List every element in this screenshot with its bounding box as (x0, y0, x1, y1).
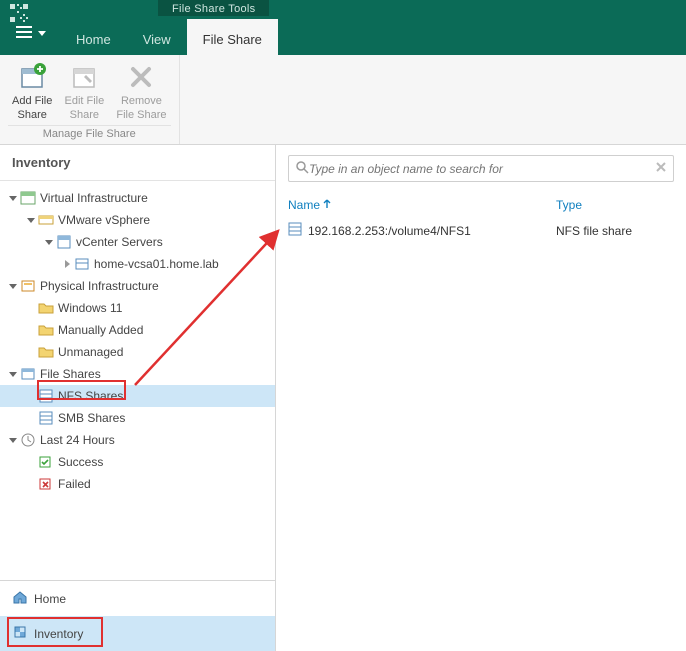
nav-home[interactable]: Home (0, 581, 275, 616)
tree-node-nfs-shares[interactable]: NFS Shares (0, 385, 275, 407)
tree-spacer (26, 479, 36, 489)
tree-node-vcenter-servers[interactable]: vCenter Servers (0, 231, 275, 253)
physical-icon (20, 278, 36, 294)
file-shares-icon (20, 366, 36, 382)
clear-search-icon[interactable] (655, 161, 667, 176)
context-tab-group-label: File Share Tools (158, 0, 269, 16)
tab-view[interactable]: View (127, 19, 187, 55)
folder-icon (38, 300, 54, 316)
column-header-type[interactable]: Type (556, 198, 674, 212)
search-box[interactable] (288, 155, 674, 182)
caret-down-icon[interactable] (26, 215, 36, 225)
folder-icon (38, 322, 54, 338)
server-icon (56, 234, 72, 250)
tree-node-failed[interactable]: Failed (0, 473, 275, 495)
search-icon (295, 160, 309, 177)
tree-node-vsphere[interactable]: VMware vSphere (0, 209, 275, 231)
tree-label: SMB Shares (58, 411, 125, 425)
right-pane: Name Type 192.168.2.253:/volume4/NFS1 NF… (276, 145, 686, 651)
tree-label: Manually Added (58, 323, 143, 337)
column-header-name[interactable]: Name (288, 198, 556, 212)
nav-inventory[interactable]: Inventory (0, 616, 275, 651)
tree-spacer (26, 303, 36, 313)
add-file-share-button[interactable]: Add File Share (8, 57, 56, 125)
tree-spacer (26, 457, 36, 467)
inventory-tree[interactable]: Virtual Infrastructure VMware vSphere vC… (0, 181, 275, 580)
edit-file-share-label-2: Share (70, 109, 99, 121)
grid-header[interactable]: Name Type (276, 192, 686, 218)
table-row[interactable]: 192.168.2.253:/volume4/NFS1 NFS file sha… (276, 218, 686, 243)
sort-asc-icon (322, 198, 332, 212)
nav-home-label: Home (34, 592, 66, 606)
inventory-icon (12, 624, 28, 643)
nfs-share-icon (38, 388, 54, 404)
tree-node-unmanaged[interactable]: Unmanaged (0, 341, 275, 363)
success-icon (38, 454, 54, 470)
tree-label: Windows 11 (58, 301, 122, 315)
column-header-name-label: Name (288, 198, 320, 212)
tree-node-file-shares[interactable]: File Shares (0, 363, 275, 385)
remove-file-share-label-2: File Share (116, 109, 166, 121)
edit-file-share-button: Edit File Share (60, 57, 108, 125)
caret-down-icon[interactable] (8, 281, 18, 291)
failed-icon (38, 476, 54, 492)
tab-home[interactable]: Home (60, 19, 127, 55)
tree-spacer (26, 325, 36, 335)
remove-file-share-label-1: Remove (121, 95, 162, 107)
tree-node-virtual-infrastructure[interactable]: Virtual Infrastructure (0, 187, 275, 209)
tree-label: vCenter Servers (76, 235, 163, 249)
tree-node-success[interactable]: Success (0, 451, 275, 473)
tree-label: Success (58, 455, 103, 469)
tree-node-physical-infrastructure[interactable]: Physical Infrastructure (0, 275, 275, 297)
folder-icon (38, 344, 54, 360)
nav-inventory-label: Inventory (34, 627, 83, 641)
file-share-icon (288, 222, 302, 239)
add-file-share-label-2: Share (18, 109, 47, 121)
tree-label: NFS Shares (58, 389, 123, 403)
home-icon (12, 589, 28, 608)
tree-label: Failed (58, 477, 91, 491)
tree-node-windows11[interactable]: Windows 11 (0, 297, 275, 319)
caret-down-icon[interactable] (44, 237, 54, 247)
tree-label: Unmanaged (58, 345, 123, 359)
tree-spacer (26, 413, 36, 423)
tree-label: File Shares (40, 367, 101, 381)
tree-spacer (26, 347, 36, 357)
caret-right-icon[interactable] (62, 259, 72, 269)
clock-icon (20, 432, 36, 448)
tree-label: Physical Infrastructure (40, 279, 159, 293)
datacenter-icon (20, 190, 36, 206)
smb-share-icon (38, 410, 54, 426)
app-menu-button[interactable] (0, 19, 60, 55)
caret-down-icon[interactable] (8, 435, 18, 445)
left-pane-title: Inventory (0, 145, 275, 181)
tree-spacer (26, 391, 36, 401)
row-name: 192.168.2.253:/volume4/NFS1 (308, 224, 471, 238)
ribbon-tabs: Home View File Share (0, 19, 278, 55)
edit-file-share-label-1: Edit File (64, 95, 104, 107)
left-bottom-nav: Home Inventory (0, 580, 275, 651)
tree-node-vcsa-host[interactable]: home-vcsa01.home.lab (0, 253, 275, 275)
tree-label: Virtual Infrastructure (40, 191, 148, 205)
tree-node-manually-added[interactable]: Manually Added (0, 319, 275, 341)
left-pane: Inventory Virtual Infrastructure VMware … (0, 145, 276, 651)
remove-file-share-button: Remove File Share (112, 57, 170, 125)
ribbon-group-label: Manage File Share (8, 125, 171, 144)
add-file-share-label-1: Add File (12, 95, 52, 107)
tree-label: VMware vSphere (58, 213, 150, 227)
caret-down-icon[interactable] (8, 193, 18, 203)
search-input[interactable] (309, 162, 655, 176)
tree-node-smb-shares[interactable]: SMB Shares (0, 407, 275, 429)
tree-node-last-24-hours[interactable]: Last 24 Hours (0, 429, 275, 451)
tab-file-share[interactable]: File Share (187, 19, 278, 55)
ribbon-group-manage-file-share: Add File Share Edit File Share Remove Fi… (0, 55, 180, 144)
vmware-icon (38, 212, 54, 228)
caret-down-icon[interactable] (8, 369, 18, 379)
tree-label: home-vcsa01.home.lab (94, 257, 219, 271)
row-type: NFS file share (556, 224, 674, 238)
tree-label: Last 24 Hours (40, 433, 115, 447)
host-icon (74, 256, 90, 272)
